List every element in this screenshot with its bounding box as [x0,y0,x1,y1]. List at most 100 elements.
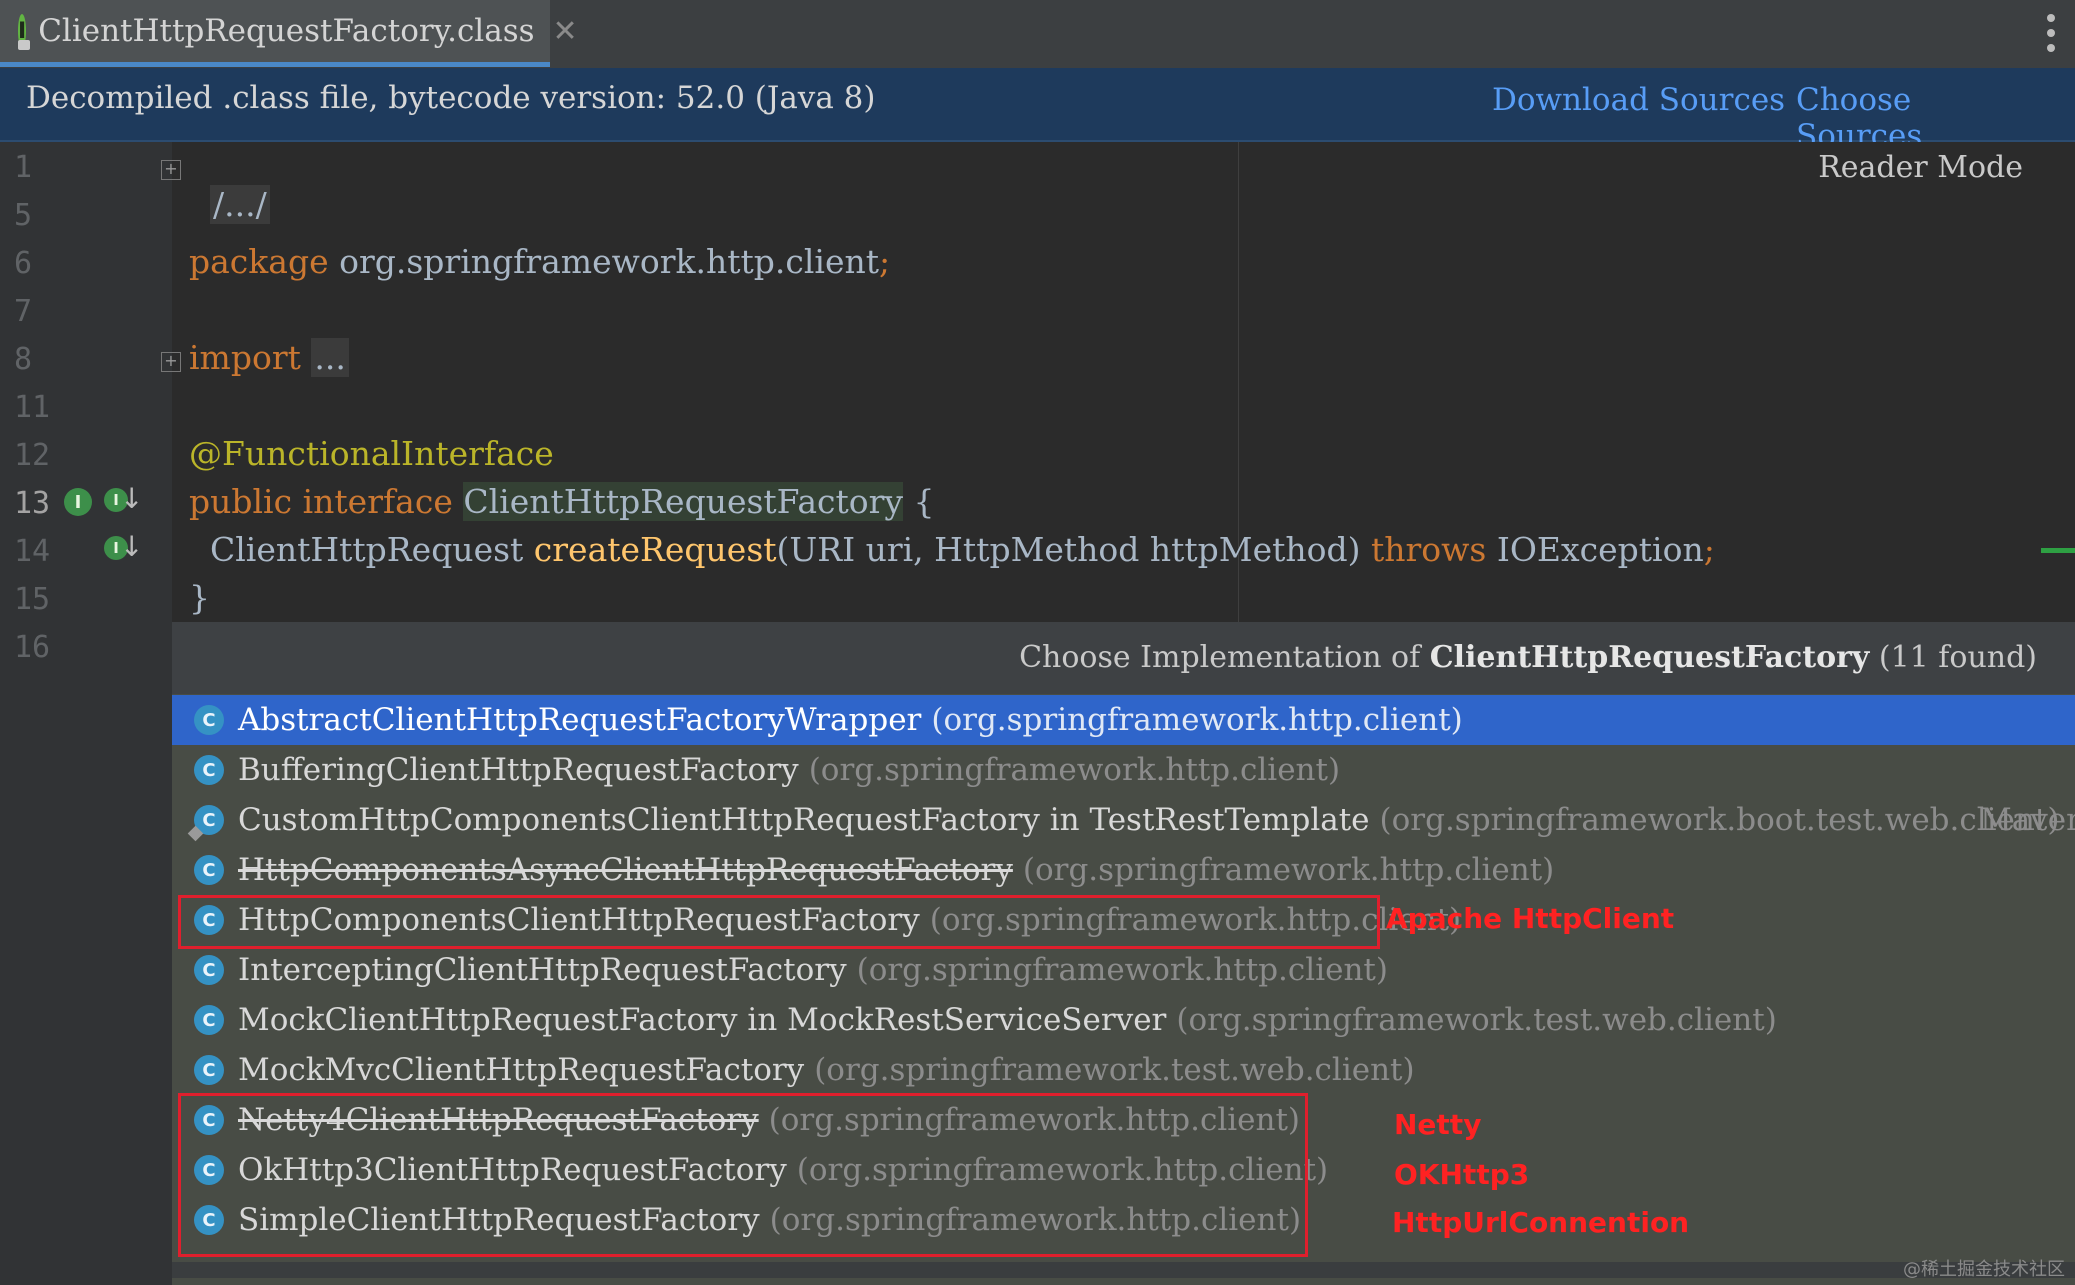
line-number: 1 [14,150,33,185]
class-icon-letter: C [202,1059,216,1081]
list-item[interactable]: C Netty4ClientHttpRequestFactory (org.sp… [172,1095,2075,1145]
throws-keyword: throws [1371,530,1487,569]
package-name: (org.springframework.http.client) [808,752,1341,788]
editor-tab-bar: I ClientHttpRequestFactory.class ✕ [0,0,2075,68]
line-number: 16 [14,630,51,665]
class-name-deprecated: Netty4ClientHttpRequestFactory [238,1102,759,1138]
tab-title: ClientHttpRequestFactory.class [38,13,535,49]
class-name: MockClientHttpRequestFactory in MockRest… [238,1002,1167,1038]
return-type: ClientHttpRequest [209,530,524,569]
list-item[interactable]: C CustomHttpComponentsClientHttpRequestF… [172,795,2075,845]
list-item[interactable]: C BufferingClientHttpRequestFactory (org… [172,745,2075,795]
package-name: (org.springframework.http.client) [929,902,1462,938]
line-number: 14 [14,534,51,569]
class-name: AbstractClientHttpRequestFactoryWrapper [238,702,922,738]
class-icon: C [194,1055,224,1085]
method-params: (URI uri, HttpMethod httpMethod) [776,530,1361,569]
code-line-interface: public interface ClientHttpRequestFactor… [189,482,935,521]
list-item[interactable]: C SimpleClientHttpRequestFactory (org.sp… [172,1195,2075,1245]
package-name: org.springframework.http.client [339,242,880,281]
class-icon-letter: C [202,909,216,931]
list-item[interactable]: C MockClientHttpRequestFactory in MockRe… [172,995,2075,1045]
class-icon: C [194,905,224,935]
class-icon-letter: C [202,1009,216,1031]
list-item[interactable]: C HttpComponentsAsyncClientHttpRequestFa… [172,845,2075,895]
list-item[interactable]: C InterceptingClientHttpRequestFactory (… [172,945,2075,995]
annotation: @FunctionalInterface [189,434,554,473]
class-icon: C [194,955,224,985]
class-icon: C [194,1105,224,1135]
annotation-apache: Apache HttpClient [1386,902,1675,935]
lock-icon [18,40,31,50]
horizontal-scrollbar[interactable] [172,1262,2075,1278]
package-name: (org.springframework.http.client) [856,952,1388,988]
method-name: createRequest [533,530,777,569]
close-icon[interactable]: ✕ [553,14,578,49]
line-number-gutter: 1 5 6 7 8 11 12 13 14 15 16 I I ↓ I ↓ [0,142,173,1285]
arrow-down-icon: ↓ [120,482,144,515]
line-number: 5 [14,198,33,233]
interface-keyword: interface [302,482,453,521]
class-icon: C [194,1155,224,1185]
import-fold[interactable]: ... [311,338,349,377]
line-number: 13 [14,486,51,521]
class-icon: C [194,855,224,885]
download-sources-link[interactable]: Download Sources [1492,82,1785,118]
popup-title-prefix: Choose Implementation of [1019,640,1430,675]
list-item[interactable]: C HttpComponentsClientHttpRequestFactory… [172,895,2075,945]
package-name: (org.springframework.http.client) [1022,852,1555,888]
list-item[interactable]: C MockMvcClientHttpRequestFactory (org.s… [172,1045,2075,1095]
line-number: 8 [14,342,33,377]
package-name: (org.springframework.boot.test.web.clien… [1379,802,2060,838]
popup-title-class: ClientHttpRequestFactory [1429,640,1870,675]
semicolon: ; [879,242,891,281]
class-icon-letter: C [202,1209,216,1231]
exception-type: IOException [1496,530,1704,569]
class-icon: C [194,755,224,785]
fold-toggle-icon[interactable]: + [161,352,181,372]
class-name: OkHttp3ClientHttpRequestFactory [238,1152,787,1188]
annotation-netty: Netty [1394,1108,1482,1141]
decompiled-banner: Decompiled .class file, bytecode version… [0,68,2075,154]
code-line-import: import ... [189,338,349,377]
reader-mode-button[interactable]: Reader Mode [1818,150,2023,185]
class-name: HttpComponentsClientHttpRequestFactory [238,902,920,938]
class-icon: C [194,1005,224,1035]
class-name: MockMvcClientHttpRequestFactory [238,1052,805,1088]
line-number: 11 [14,390,51,425]
fold-toggle-icon[interactable]: + [161,160,181,180]
class-icon-letter: C [202,759,216,781]
popup-header: Choose Implementation of ClientHttpReque… [172,622,2075,694]
popup-title-count: (11 found) [1869,640,2037,675]
list-item[interactable]: C OkHttp3ClientHttpRequestFactory (org.s… [172,1145,2075,1195]
folded-header[interactable]: /.../ [209,185,270,224]
code-line-method: ClientHttpRequest createRequest(URI uri,… [189,530,1715,569]
line-number: 7 [14,294,33,329]
class-icon-letter: C [202,809,216,831]
annotation-httpurl: HttpUrlConnention [1392,1206,1690,1239]
tab-client-http-request-factory[interactable]: I ClientHttpRequestFactory.class ✕ [0,0,578,67]
class-icon: C [194,705,224,735]
semicolon: ; [1703,530,1715,569]
code-line-annotation: @FunctionalInterface [189,434,554,473]
class-icon-letter: C [202,1159,216,1181]
close-brace: } [189,578,210,617]
class-icon-letter: C [202,859,216,881]
arrow-down-icon: ↓ [120,530,144,563]
code-line-close: } [189,578,210,617]
code-line-1: /.../ [189,146,270,224]
list-item[interactable]: C AbstractClientHttpRequestFactoryWrappe… [172,695,2075,745]
class-icon: C [187,805,224,842]
class-name: InterceptingClientHttpRequestFactory [238,952,847,988]
interface-icon: I [18,14,31,50]
inner-class-badge-icon [187,825,204,842]
code-line-package: package org.springframework.http.client; [189,242,890,281]
class-name: BufferingClientHttpRequestFactory [238,752,799,788]
class-icon-letter: C [202,709,216,731]
public-keyword: public [189,482,293,521]
maven-label: Maven [1980,802,2075,838]
watermark: @稀土掘金技术社区 [1903,1259,2065,1280]
banner-text: Decompiled .class file, bytecode version… [26,80,876,116]
more-options-icon[interactable] [2047,14,2057,52]
implemented-icon[interactable]: I [64,488,92,516]
